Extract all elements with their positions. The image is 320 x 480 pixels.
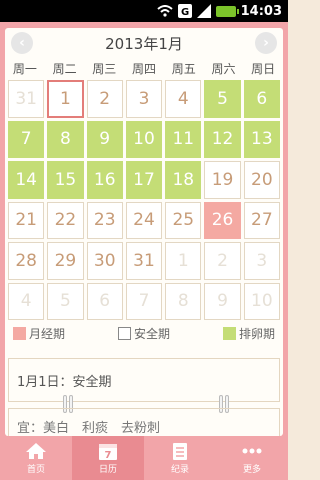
data-icon: G (177, 4, 192, 18)
day-cell[interactable]: 25 (165, 201, 202, 239)
tab-calendar-label: 日历 (98, 464, 117, 475)
month-title: 2013年1月 (105, 34, 183, 53)
day-cell[interactable]: 3 (125, 80, 163, 118)
weekday-label: 周三 (92, 62, 117, 76)
tab-bar: 首页 7 日历 纪录 更多 (0, 436, 288, 480)
status-bar: G 14:03 (0, 0, 288, 22)
calendar-card: ‹ 2013年1月 › 周一 周二 周三 周四 周五 周六 周日 31 1 2 3 4 5… (5, 28, 283, 436)
status-time: 14:03 (240, 3, 282, 19)
day-cell[interactable]: 1 (165, 242, 202, 280)
day-cell[interactable]: 7 (125, 282, 163, 320)
legend-ovulation-label: 排卵期 (238, 326, 275, 341)
day-cell[interactable]: 3 (243, 242, 280, 280)
day-info-box: 1月1日：安全期 (8, 358, 280, 402)
svg-text:G: G (181, 7, 189, 18)
legend-ovulation: 排卵期 (222, 325, 275, 342)
weekday-label: 周二 (52, 62, 77, 76)
day-cell[interactable]: 14 (8, 161, 45, 199)
selected-day-status: 1月1日：安全期 (17, 374, 112, 390)
day-cell[interactable]: 4 (165, 80, 202, 118)
day-cell[interactable]: 15 (47, 161, 84, 199)
day-cell[interactable]: 6 (243, 80, 280, 118)
day-cell[interactable]: 28 (8, 242, 45, 280)
day-cell[interactable]: 8 (47, 120, 84, 158)
legend: 月经期 安全期 排卵期 (13, 324, 275, 342)
legend-safe: 安全期 (117, 325, 170, 342)
day-cell[interactable]: 23 (86, 201, 123, 239)
prev-month-button[interactable]: ‹ (11, 32, 33, 54)
day-cell[interactable]: 29 (47, 242, 84, 280)
wifi-icon (156, 5, 173, 17)
legend-period-label: 月经期 (29, 326, 66, 341)
day-cell[interactable]: 5 (47, 282, 84, 320)
day-cell[interactable]: 5 (204, 80, 241, 118)
day-cell[interactable]: 18 (165, 161, 202, 199)
more-icon (242, 448, 262, 453)
notes-icon (173, 442, 187, 460)
day-cell[interactable]: 9 (86, 120, 123, 158)
battery-icon (215, 5, 239, 17)
day-cell[interactable]: 27 (243, 201, 280, 239)
tab-home-label: 首页 (26, 464, 45, 475)
day-cell[interactable]: 2 (86, 80, 123, 118)
weekday-label: 周六 (211, 62, 236, 76)
calendar-icon: 7 (99, 443, 117, 460)
day-cell[interactable]: 6 (86, 282, 123, 320)
weekday-label: 周日 (251, 62, 276, 76)
day-cell[interactable]: 30 (86, 242, 123, 280)
month-header: ‹ 2013年1月 › (5, 28, 283, 58)
day-cell[interactable]: 20 (243, 161, 280, 199)
weekday-header: 周一 周二 周三 周四 周五 周六 周日 (5, 60, 283, 76)
day-cell[interactable]: 12 (204, 120, 241, 158)
weekday-label: 周一 (12, 62, 37, 76)
weekday-label: 周四 (132, 62, 157, 76)
day-cell[interactable]: 17 (125, 161, 163, 199)
day-cell[interactable]: 9 (204, 282, 241, 320)
home-icon (26, 442, 46, 459)
safe-swatch (117, 326, 131, 340)
day-cell[interactable]: 4 (8, 282, 45, 320)
day-cell[interactable]: 10 (243, 282, 280, 320)
day-cell[interactable]: 31 (8, 80, 45, 118)
day-cell[interactable]: 31 (125, 242, 163, 280)
advice-text: 宜：美白 利痰 去粉刺 (17, 421, 161, 436)
tab-notes-label: 纪录 (170, 464, 189, 475)
day-cell[interactable]: 24 (125, 201, 163, 239)
tab-notes[interactable]: 纪录 (144, 436, 216, 480)
day-cell[interactable]: 16 (86, 161, 123, 199)
tab-calendar[interactable]: 7 日历 (72, 436, 144, 480)
day-cell[interactable]: 2 (204, 242, 241, 280)
legend-safe-label: 安全期 (133, 326, 170, 341)
next-month-button[interactable]: › (255, 32, 277, 54)
signal-icon (196, 4, 211, 18)
svg-text:7: 7 (105, 450, 112, 460)
ovulation-swatch (222, 326, 236, 340)
day-cell[interactable]: 7 (8, 120, 45, 158)
day-cell[interactable]: 13 (243, 120, 280, 158)
tab-more[interactable]: 更多 (216, 436, 288, 480)
day-cell[interactable]: 21 (8, 201, 45, 239)
day-cell[interactable]: 8 (165, 282, 202, 320)
day-cell[interactable]: 26 (204, 201, 241, 239)
day-cell[interactable]: 10 (125, 120, 163, 158)
day-cell[interactable]: 22 (47, 201, 84, 239)
day-cell[interactable]: 19 (204, 161, 241, 199)
calendar-grid: 31 1 2 3 4 5 6 7 8 9 10 11 12 13 14 15 16 17 18 19 20 21 22 23 2… (8, 80, 280, 320)
day-cell[interactable]: 1 (47, 80, 84, 118)
weekday-label: 周五 (171, 62, 196, 76)
advice-box: 宜：美白 利痰 去粉刺 (8, 408, 280, 436)
tab-home[interactable]: 首页 (0, 436, 72, 480)
tab-more-label: 更多 (242, 464, 261, 475)
period-swatch (13, 326, 26, 340)
day-cell[interactable]: 11 (165, 120, 202, 158)
legend-period: 月经期 (13, 325, 65, 342)
